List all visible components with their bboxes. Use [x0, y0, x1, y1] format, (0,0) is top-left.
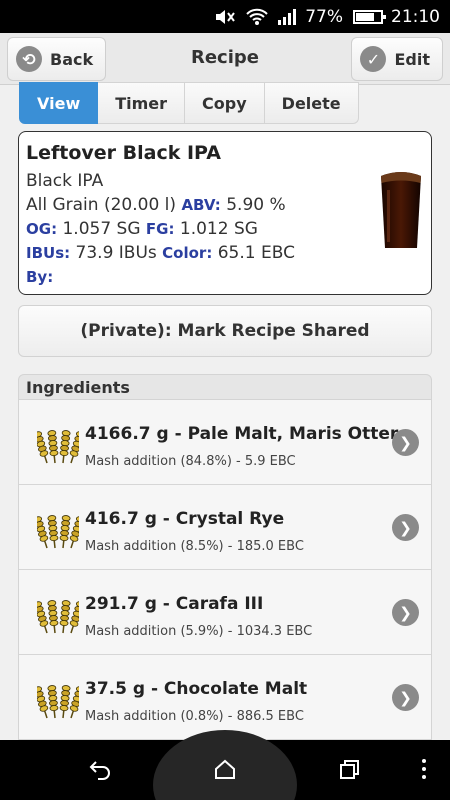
- ingredient-title: 291.7 g - Carafa III: [85, 594, 264, 614]
- wifi-icon: [245, 8, 269, 26]
- home-nav-icon[interactable]: [213, 758, 237, 786]
- recipe-style: Black IPA: [26, 171, 104, 191]
- ingredient-detail: Mash addition (8.5%) - 185.0 EBC: [85, 539, 304, 554]
- beer-glass-icon: [381, 172, 421, 248]
- edit-label: Edit: [394, 49, 430, 69]
- ingredient-item[interactable]: 4166.7 g - Pale Malt, Maris Otter Mash a…: [19, 400, 431, 485]
- recent-apps-icon[interactable]: [338, 758, 362, 786]
- clock: 21:10: [391, 6, 440, 27]
- fg-value: 1.012 SG: [179, 219, 258, 239]
- tab-timer[interactable]: Timer: [98, 82, 186, 124]
- color-value: 65.1 EBC: [217, 243, 295, 263]
- recipe-type: All Grain (20.00 l): [26, 195, 177, 215]
- gravity-line: OG: 1.057 SG FG: 1.012 SG: [26, 217, 424, 241]
- fg-label: FG:: [145, 220, 175, 238]
- chevron-right-icon[interactable]: ❯: [392, 429, 419, 456]
- og-label: OG:: [26, 220, 58, 238]
- recipe-summary-card: Leftover Black IPA Black IPA All Grain (…: [18, 131, 432, 295]
- ingredients-header: Ingredients: [18, 374, 432, 400]
- mark-shared-button[interactable]: (Private): Mark Recipe Shared: [18, 305, 432, 357]
- tab-view[interactable]: View: [19, 82, 99, 124]
- ibus-value: 73.9 IBUs: [75, 243, 157, 263]
- ibus-label: IBUs:: [26, 244, 71, 262]
- color-label: Color:: [162, 244, 213, 262]
- ingredient-item[interactable]: 37.5 g - Chocolate Malt Mash addition (0…: [19, 655, 431, 740]
- tab-delete[interactable]: Delete: [264, 82, 359, 124]
- recipe-type-abv-line: All Grain (20.00 l) ABV: 5.90 %: [26, 193, 424, 217]
- status-bar: 77% 21:10: [0, 0, 450, 33]
- grain-icon: [37, 685, 79, 719]
- tab-copy[interactable]: Copy: [185, 82, 265, 124]
- edit-button[interactable]: ✓ Edit: [351, 37, 443, 81]
- recipe-name: Leftover Black IPA: [26, 142, 221, 164]
- chevron-right-icon[interactable]: ❯: [392, 514, 419, 541]
- back-nav-icon[interactable]: [88, 758, 112, 786]
- abv-label: ABV:: [181, 196, 221, 214]
- og-value: 1.057 SG: [62, 219, 141, 239]
- ingredient-detail: Mash addition (5.9%) - 1034.3 EBC: [85, 624, 313, 639]
- bitterness-color-line: IBUs: 73.9 IBUs Color: 65.1 EBC: [26, 241, 424, 265]
- system-navigation-bar: [0, 730, 450, 800]
- recipe-tabs: View Timer Copy Delete: [19, 82, 359, 124]
- ingredient-item[interactable]: 291.7 g - Carafa III Mash addition (5.9%…: [19, 570, 431, 655]
- mute-icon: [215, 8, 237, 26]
- ingredient-title: 37.5 g - Chocolate Malt: [85, 679, 308, 699]
- grain-icon: [37, 600, 79, 634]
- ingredient-title: 4166.7 g - Pale Malt, Maris Otter: [85, 424, 399, 444]
- chevron-right-icon[interactable]: ❯: [392, 684, 419, 711]
- checkmark-icon: ✓: [360, 46, 387, 72]
- chevron-right-icon[interactable]: ❯: [392, 599, 419, 626]
- abv-value: 5.90 %: [226, 195, 286, 215]
- author-line: By:: [26, 265, 424, 289]
- grain-icon: [37, 430, 79, 464]
- ingredient-item[interactable]: 416.7 g - Crystal Rye Mash addition (8.5…: [19, 485, 431, 570]
- signal-icon: [277, 8, 297, 25]
- battery-icon: [351, 9, 386, 24]
- by-label: By:: [26, 268, 54, 286]
- battery-percent: 77%: [305, 6, 343, 27]
- ingredient-detail: Mash addition (0.8%) - 886.5 EBC: [85, 709, 304, 724]
- ingredient-title: 416.7 g - Crystal Rye: [85, 509, 285, 529]
- ingredient-list: 4166.7 g - Pale Malt, Maris Otter Mash a…: [18, 400, 432, 740]
- app-header: ⟲ Back Recipe ✓ Edit: [0, 33, 450, 85]
- grain-icon: [37, 515, 79, 549]
- overflow-menu-icon[interactable]: [420, 758, 428, 786]
- ingredient-detail: Mash addition (84.8%) - 5.9 EBC: [85, 454, 296, 469]
